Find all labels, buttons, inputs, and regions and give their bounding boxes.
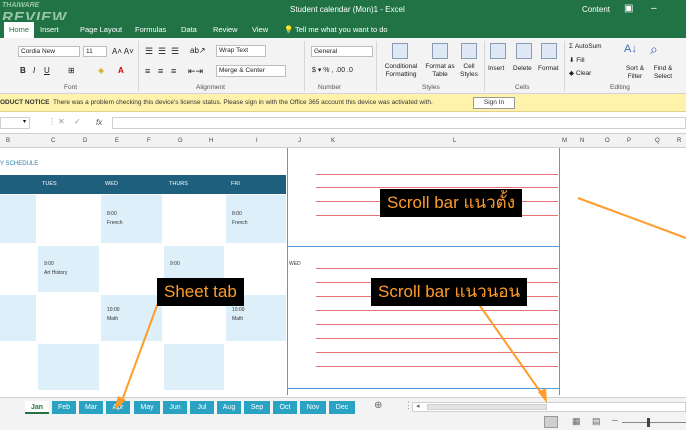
excel-window: THAIWARE REVIEW Student calendar (Mon)1 -… xyxy=(0,0,686,430)
callout-vertical-scroll: Scroll bar แนวตั้ง xyxy=(380,189,522,217)
annotation-arrows xyxy=(114,197,686,410)
arrowhead-sheet-tab xyxy=(114,396,126,410)
arrow-horizontal-scroll xyxy=(477,302,545,398)
arrow-sheet-tab xyxy=(119,291,163,407)
arrow-vertical-scroll xyxy=(577,197,686,239)
callout-horizontal-scroll: Scroll bar แนวนอน xyxy=(371,278,528,306)
callout-sheet-tab: Sheet tab xyxy=(157,278,244,306)
